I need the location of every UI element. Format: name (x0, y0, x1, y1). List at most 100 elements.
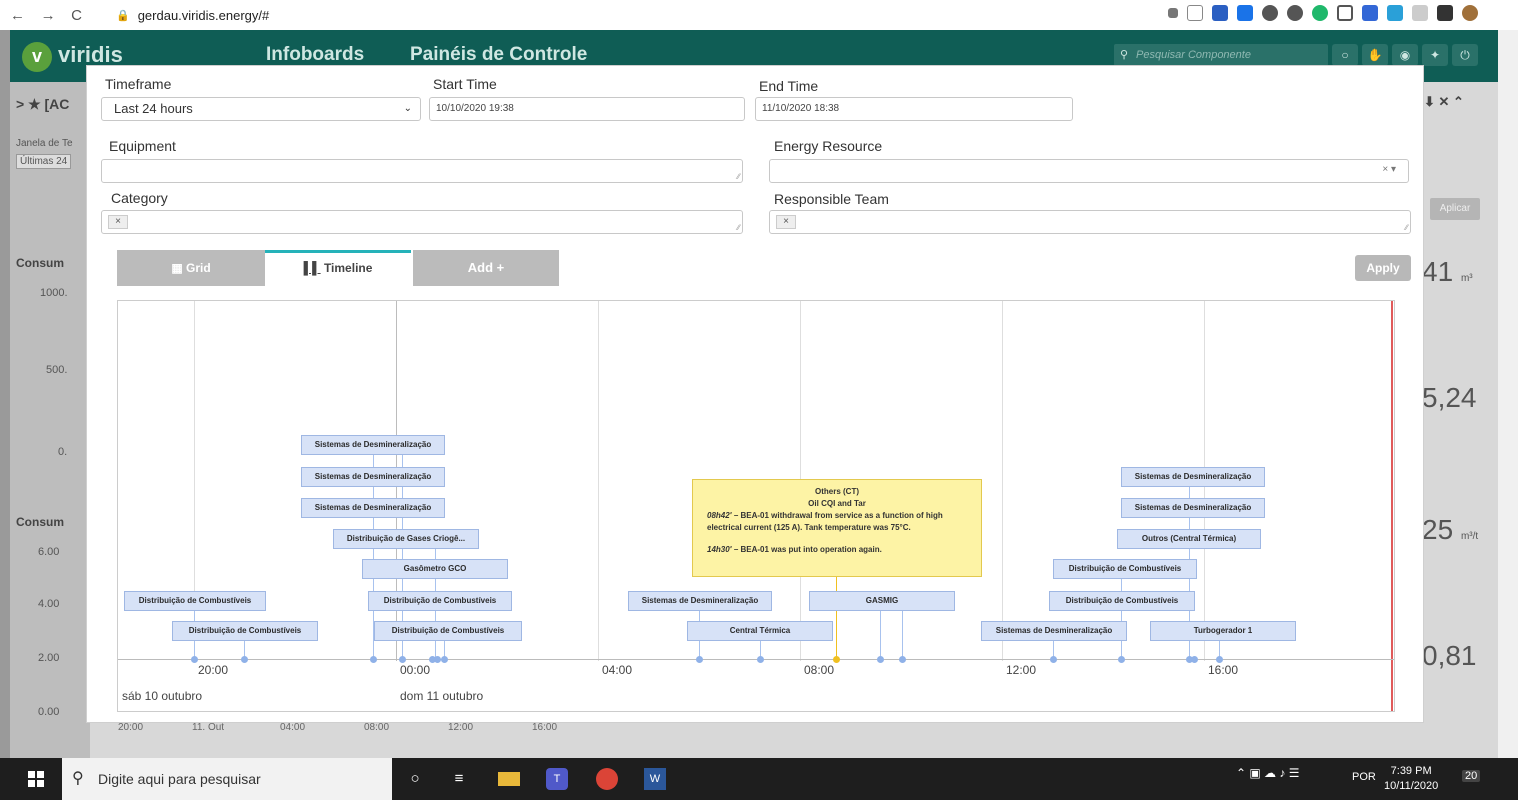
tab-timeline[interactable]: ▌▌ Timeline (265, 250, 411, 286)
event-dot[interactable] (1118, 656, 1125, 663)
dashboard-icon[interactable]: ◉ (1392, 44, 1418, 66)
star-icon[interactable] (1187, 5, 1203, 21)
event-label[interactable]: Distribuição de Combustíveis (1053, 559, 1197, 579)
event-label[interactable]: Sistemas de Desmineralização (1121, 467, 1265, 487)
time-tick: 08:00 (804, 663, 835, 677)
extension-icon[interactable] (1312, 5, 1328, 21)
event-label[interactable]: Sistemas de Desmineralização (301, 498, 445, 518)
team-chip-remove[interactable]: × (776, 215, 796, 229)
component-search[interactable]: ⚲ Pesquisar Componente (1114, 44, 1328, 66)
timeframe-select[interactable]: Last 24 hours ⌄ (101, 97, 421, 121)
word-icon[interactable]: W (644, 768, 666, 790)
end-time-label: End Time (759, 78, 819, 94)
extension-icon[interactable] (1387, 5, 1403, 21)
tray-icons[interactable]: ⌃ ▣ ☁ ♪ ☰ (1236, 766, 1300, 780)
event-dot[interactable] (399, 656, 406, 663)
event-dot[interactable] (1191, 656, 1198, 663)
event-label[interactable]: Distribuição de Combustíveis (124, 591, 266, 611)
back-icon[interactable]: ← (10, 7, 25, 24)
event-label[interactable]: Distribuição de Combustíveis (374, 621, 522, 641)
bar-chart-icon: ▌▌ (303, 261, 321, 275)
cortana-icon[interactable]: ○ (404, 768, 426, 790)
event-label[interactable]: Sistemas de Desmineralização (301, 435, 445, 455)
tooltip-subtitle: Oil CQI and Tar (808, 499, 866, 508)
event-label[interactable]: Distribuição de Combustíveis (172, 621, 318, 641)
event-label[interactable]: Central Térmica (687, 621, 833, 641)
event-label[interactable]: Distribuição de Combustíveis (368, 591, 512, 611)
event-label[interactable]: GASMIG (809, 591, 955, 611)
event-dot[interactable] (370, 656, 377, 663)
settings-icon[interactable]: ✦ (1422, 44, 1448, 66)
breadcrumb-infoboards[interactable]: Infoboards (266, 44, 364, 66)
responsible-team-input[interactable]: × ∕∕ (769, 210, 1411, 234)
day-label: dom 11 outubro (400, 689, 484, 703)
event-dot[interactable] (434, 656, 441, 663)
start-time-input[interactable]: 10/10/2020 19:38 (429, 97, 745, 121)
y-tick: 4.00 (38, 598, 60, 610)
event-dot[interactable] (899, 656, 906, 663)
language-indicator[interactable]: POR (1352, 771, 1376, 783)
avatar[interactable] (1462, 5, 1478, 21)
chrome-icon[interactable] (596, 768, 618, 790)
notification-badge[interactable]: 20 (1462, 770, 1481, 782)
page-scrollbar[interactable] (1498, 30, 1518, 758)
event-dot[interactable] (241, 656, 248, 663)
event-dot[interactable] (191, 656, 198, 663)
extension-icon[interactable] (1212, 5, 1228, 21)
breadcrumb-paineis[interactable]: Painéis de Controle (410, 44, 587, 66)
event-dot[interactable] (877, 656, 884, 663)
category-input[interactable]: × ∕∕ (101, 210, 743, 234)
event-label[interactable]: Turbogerador 1 (1150, 621, 1296, 641)
event-label[interactable]: Gasômetro GCO (362, 559, 508, 579)
lock-icon: 🔒 (116, 9, 130, 22)
resize-handle-icon[interactable]: ∕∕ (737, 223, 740, 232)
event-label[interactable]: Distribuição de Gases Criogê... (333, 529, 479, 549)
extension-icon[interactable] (1237, 5, 1253, 21)
event-dot[interactable] (696, 656, 703, 663)
task-view-icon[interactable]: ≡ (448, 768, 470, 790)
event-dot[interactable] (441, 656, 448, 663)
event-label[interactable]: Outros (Central Térmica) (1117, 529, 1261, 549)
event-dot-selected[interactable] (833, 656, 840, 663)
taskbar-search[interactable]: ⚲ Digite aqui para pesquisar (62, 758, 392, 800)
power-icon[interactable]: ⏻ (1452, 44, 1478, 66)
day-label: sáb 10 outubro (122, 689, 203, 703)
extension-icon[interactable] (1287, 5, 1303, 21)
equipment-input[interactable]: ∕∕ (101, 159, 743, 183)
teams-icon[interactable]: T (546, 768, 568, 790)
panel-controls-icon[interactable]: ⬇ ✕ ⌃ (1424, 94, 1464, 110)
clock[interactable]: 7:39 PM 10/11/2020 (1384, 764, 1438, 794)
chat-icon[interactable]: ○ (1332, 44, 1358, 66)
windows-start-icon[interactable] (28, 771, 44, 787)
address-bar[interactable]: gerdau.viridis.energy/# (138, 8, 270, 23)
extension-icon[interactable] (1362, 5, 1378, 21)
resize-handle-icon[interactable]: ∕∕ (737, 172, 740, 181)
category-chip-remove[interactable]: × (108, 215, 128, 229)
key-icon[interactable] (1168, 8, 1178, 18)
aplicar-button[interactable]: Aplicar (1430, 198, 1480, 220)
extension-icon[interactable] (1412, 5, 1428, 21)
hand-icon[interactable]: ✋ (1362, 44, 1388, 66)
extension-icon[interactable] (1337, 5, 1353, 21)
energy-resource-select[interactable]: × ▾ (769, 159, 1409, 183)
resize-handle-icon[interactable]: ∕∕ (1405, 223, 1408, 232)
event-label[interactable]: Sistemas de Desmineralização (301, 467, 445, 487)
forward-icon[interactable]: → (41, 7, 56, 24)
extension-icon[interactable] (1262, 5, 1278, 21)
event-dot[interactable] (1050, 656, 1057, 663)
event-dot[interactable] (757, 656, 764, 663)
event-label[interactable]: Sistemas de Desmineralização (981, 621, 1127, 641)
clear-icon[interactable]: × ▾ (1382, 164, 1396, 175)
puzzle-icon[interactable] (1437, 5, 1453, 21)
tab-grid[interactable]: ▦ Grid (117, 250, 265, 286)
event-dot[interactable] (1216, 656, 1223, 663)
reload-icon[interactable]: C (71, 7, 82, 24)
event-label[interactable]: Distribuição de Combustíveis (1049, 591, 1195, 611)
event-label[interactable]: Sistemas de Desmineralização (1121, 498, 1265, 518)
event-label[interactable]: Sistemas de Desmineralização (628, 591, 772, 611)
apply-button[interactable]: Apply (1355, 255, 1411, 281)
file-explorer-icon[interactable] (498, 772, 520, 786)
janela-select[interactable]: Últimas 24 (16, 154, 72, 169)
end-time-input[interactable]: 11/10/2020 18:38 (755, 97, 1073, 121)
tab-add[interactable]: Add + (413, 250, 559, 286)
